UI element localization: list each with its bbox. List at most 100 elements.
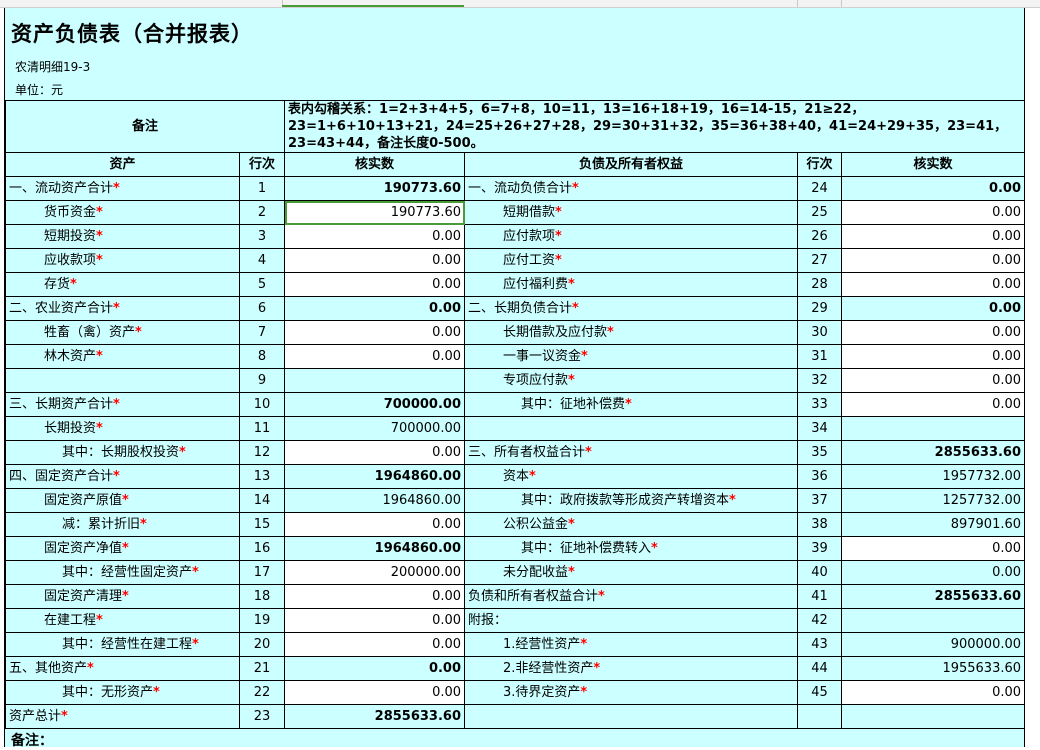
line-number-cell[interactable]: 29 bbox=[797, 296, 843, 321]
value-cell[interactable]: 1964860.00 bbox=[284, 488, 466, 513]
value-cell[interactable]: 0.00 bbox=[284, 512, 466, 537]
line-number-cell[interactable] bbox=[797, 704, 843, 729]
liability-label-cell[interactable]: 3.待界定资产* bbox=[464, 680, 799, 705]
value-cell[interactable]: 0.00 bbox=[284, 680, 466, 705]
value-cell[interactable]: 2855633.60 bbox=[841, 440, 1026, 465]
column-header-mid[interactable] bbox=[464, 0, 798, 7]
liability-label-cell[interactable]: 应付福利费* bbox=[464, 272, 799, 297]
line-number-cell[interactable]: 8 bbox=[238, 344, 286, 369]
asset-label-cell[interactable]: 短期投资* bbox=[5, 224, 240, 249]
line-number-cell[interactable]: 9 bbox=[238, 368, 286, 393]
value-cell[interactable]: 1964860.00 bbox=[284, 536, 466, 561]
line-number-cell[interactable]: 4 bbox=[238, 248, 286, 273]
value-cell[interactable]: 897901.60 bbox=[841, 512, 1026, 537]
liability-label-cell[interactable]: 2.非经营性资产* bbox=[464, 656, 799, 681]
liability-label-cell[interactable]: 三、所有者权益合计* bbox=[464, 440, 799, 465]
liability-label-cell[interactable]: 长期借款及应付款* bbox=[464, 320, 799, 345]
value-cell[interactable]: 0.00 bbox=[841, 200, 1026, 225]
value-cell[interactable]: 0.00 bbox=[284, 272, 466, 297]
asset-label-cell[interactable]: 货币资金* bbox=[5, 200, 240, 225]
value-cell[interactable]: 0.00 bbox=[841, 248, 1026, 273]
liability-label-cell[interactable]: 应付款项* bbox=[464, 224, 799, 249]
line-number-cell[interactable]: 3 bbox=[238, 224, 286, 249]
asset-label-cell[interactable] bbox=[5, 368, 240, 393]
line-number-cell[interactable]: 16 bbox=[238, 536, 286, 561]
line-number-cell[interactable]: 6 bbox=[238, 296, 286, 321]
liability-label-cell[interactable]: 1.经营性资产* bbox=[464, 632, 799, 657]
line-number-cell[interactable]: 12 bbox=[238, 440, 286, 465]
value-cell[interactable]: 0.00 bbox=[841, 272, 1026, 297]
value-cell[interactable]: 700000.00 bbox=[284, 416, 466, 441]
line-number-cell[interactable]: 35 bbox=[797, 440, 843, 465]
value-cell[interactable]: 1964860.00 bbox=[284, 464, 466, 489]
liability-label-cell[interactable] bbox=[464, 704, 799, 729]
value-cell[interactable]: 0.00 bbox=[284, 320, 466, 345]
liability-label-cell[interactable]: 其中：征地补偿费* bbox=[464, 392, 799, 417]
line-number-cell[interactable]: 41 bbox=[797, 584, 843, 609]
asset-label-cell[interactable]: 资产总计* bbox=[5, 704, 240, 729]
liability-label-cell[interactable]: 短期借款* bbox=[464, 200, 799, 225]
line-number-cell[interactable]: 26 bbox=[797, 224, 843, 249]
line-number-cell[interactable]: 36 bbox=[797, 464, 843, 489]
liability-label-cell[interactable]: 附报： bbox=[464, 608, 799, 633]
asset-label-cell[interactable]: 在建工程* bbox=[5, 608, 240, 633]
liability-label-cell[interactable]: 资本* bbox=[464, 464, 799, 489]
asset-label-cell[interactable]: 四、固定资产合计* bbox=[5, 464, 240, 489]
line-number-cell[interactable]: 42 bbox=[797, 608, 843, 633]
line-number-cell[interactable]: 27 bbox=[797, 248, 843, 273]
line-number-cell[interactable]: 45 bbox=[797, 680, 843, 705]
liability-label-cell[interactable]: 二、长期负债合计* bbox=[464, 296, 799, 321]
line-number-cell[interactable]: 13 bbox=[238, 464, 286, 489]
asset-label-cell[interactable]: 长期投资* bbox=[5, 416, 240, 441]
line-number-cell[interactable]: 5 bbox=[238, 272, 286, 297]
value-cell[interactable]: 0.00 bbox=[284, 296, 466, 321]
value-cell[interactable]: 200000.00 bbox=[284, 560, 466, 585]
value-cell[interactable]: 2855633.60 bbox=[284, 704, 466, 729]
value-cell[interactable]: 0.00 bbox=[841, 536, 1026, 561]
line-number-cell[interactable]: 14 bbox=[238, 488, 286, 513]
value-cell[interactable] bbox=[841, 416, 1026, 441]
asset-label-cell[interactable]: 其中：长期股权投资* bbox=[5, 440, 240, 465]
asset-label-cell[interactable]: 二、农业资产合计* bbox=[5, 296, 240, 321]
value-cell[interactable]: 0.00 bbox=[284, 248, 466, 273]
value-cell[interactable]: 0.00 bbox=[284, 608, 466, 633]
line-number-cell[interactable]: 32 bbox=[797, 368, 843, 393]
value-cell[interactable]: 0.00 bbox=[841, 344, 1026, 369]
value-cell[interactable] bbox=[284, 368, 466, 393]
value-cell[interactable]: 0.00 bbox=[284, 344, 466, 369]
value-cell[interactable]: 0.00 bbox=[841, 368, 1026, 393]
liability-label-cell[interactable]: 其中：征地补偿费转入* bbox=[464, 536, 799, 561]
line-number-cell[interactable]: 7 bbox=[238, 320, 286, 345]
liability-label-cell[interactable]: 一事一议资金* bbox=[464, 344, 799, 369]
line-number-cell[interactable]: 38 bbox=[797, 512, 843, 537]
line-number-cell[interactable]: 43 bbox=[797, 632, 843, 657]
line-number-cell[interactable]: 39 bbox=[797, 536, 843, 561]
liability-label-cell[interactable]: 一、流动负债合计* bbox=[464, 176, 799, 201]
asset-label-cell[interactable]: 其中：经营性固定资产* bbox=[5, 560, 240, 585]
line-number-cell[interactable]: 2 bbox=[238, 200, 286, 225]
line-number-cell[interactable]: 18 bbox=[238, 584, 286, 609]
line-number-cell[interactable]: 21 bbox=[238, 656, 286, 681]
value-cell[interactable]: 1957732.00 bbox=[841, 464, 1026, 489]
value-cell[interactable]: 0.00 bbox=[284, 224, 466, 249]
asset-label-cell[interactable]: 固定资产原值* bbox=[5, 488, 240, 513]
asset-label-cell[interactable]: 减：累计折旧* bbox=[5, 512, 240, 537]
value-cell[interactable] bbox=[841, 704, 1026, 729]
asset-label-cell[interactable]: 应收款项* bbox=[5, 248, 240, 273]
column-header-left[interactable] bbox=[0, 0, 283, 7]
value-cell[interactable]: 0.00 bbox=[841, 680, 1026, 705]
liability-label-cell[interactable]: 公积公益金* bbox=[464, 512, 799, 537]
value-cell[interactable]: 0.00 bbox=[841, 176, 1026, 201]
asset-label-cell[interactable]: 其中：无形资产* bbox=[5, 680, 240, 705]
value-cell[interactable]: 190773.60 bbox=[284, 176, 466, 201]
line-number-cell[interactable]: 10 bbox=[238, 392, 286, 417]
liability-label-cell[interactable]: 专项应付款* bbox=[464, 368, 799, 393]
value-cell[interactable]: 2855633.60 bbox=[841, 584, 1026, 609]
asset-label-cell[interactable]: 存货* bbox=[5, 272, 240, 297]
value-cell[interactable]: 0.00 bbox=[284, 584, 466, 609]
asset-label-cell[interactable]: 固定资产净值* bbox=[5, 536, 240, 561]
liability-label-cell[interactable]: 其中：政府拨款等形成资产转增资本* bbox=[464, 488, 799, 513]
line-number-cell[interactable]: 30 bbox=[797, 320, 843, 345]
line-number-cell[interactable]: 31 bbox=[797, 344, 843, 369]
value-cell[interactable]: 1257732.00 bbox=[841, 488, 1026, 513]
